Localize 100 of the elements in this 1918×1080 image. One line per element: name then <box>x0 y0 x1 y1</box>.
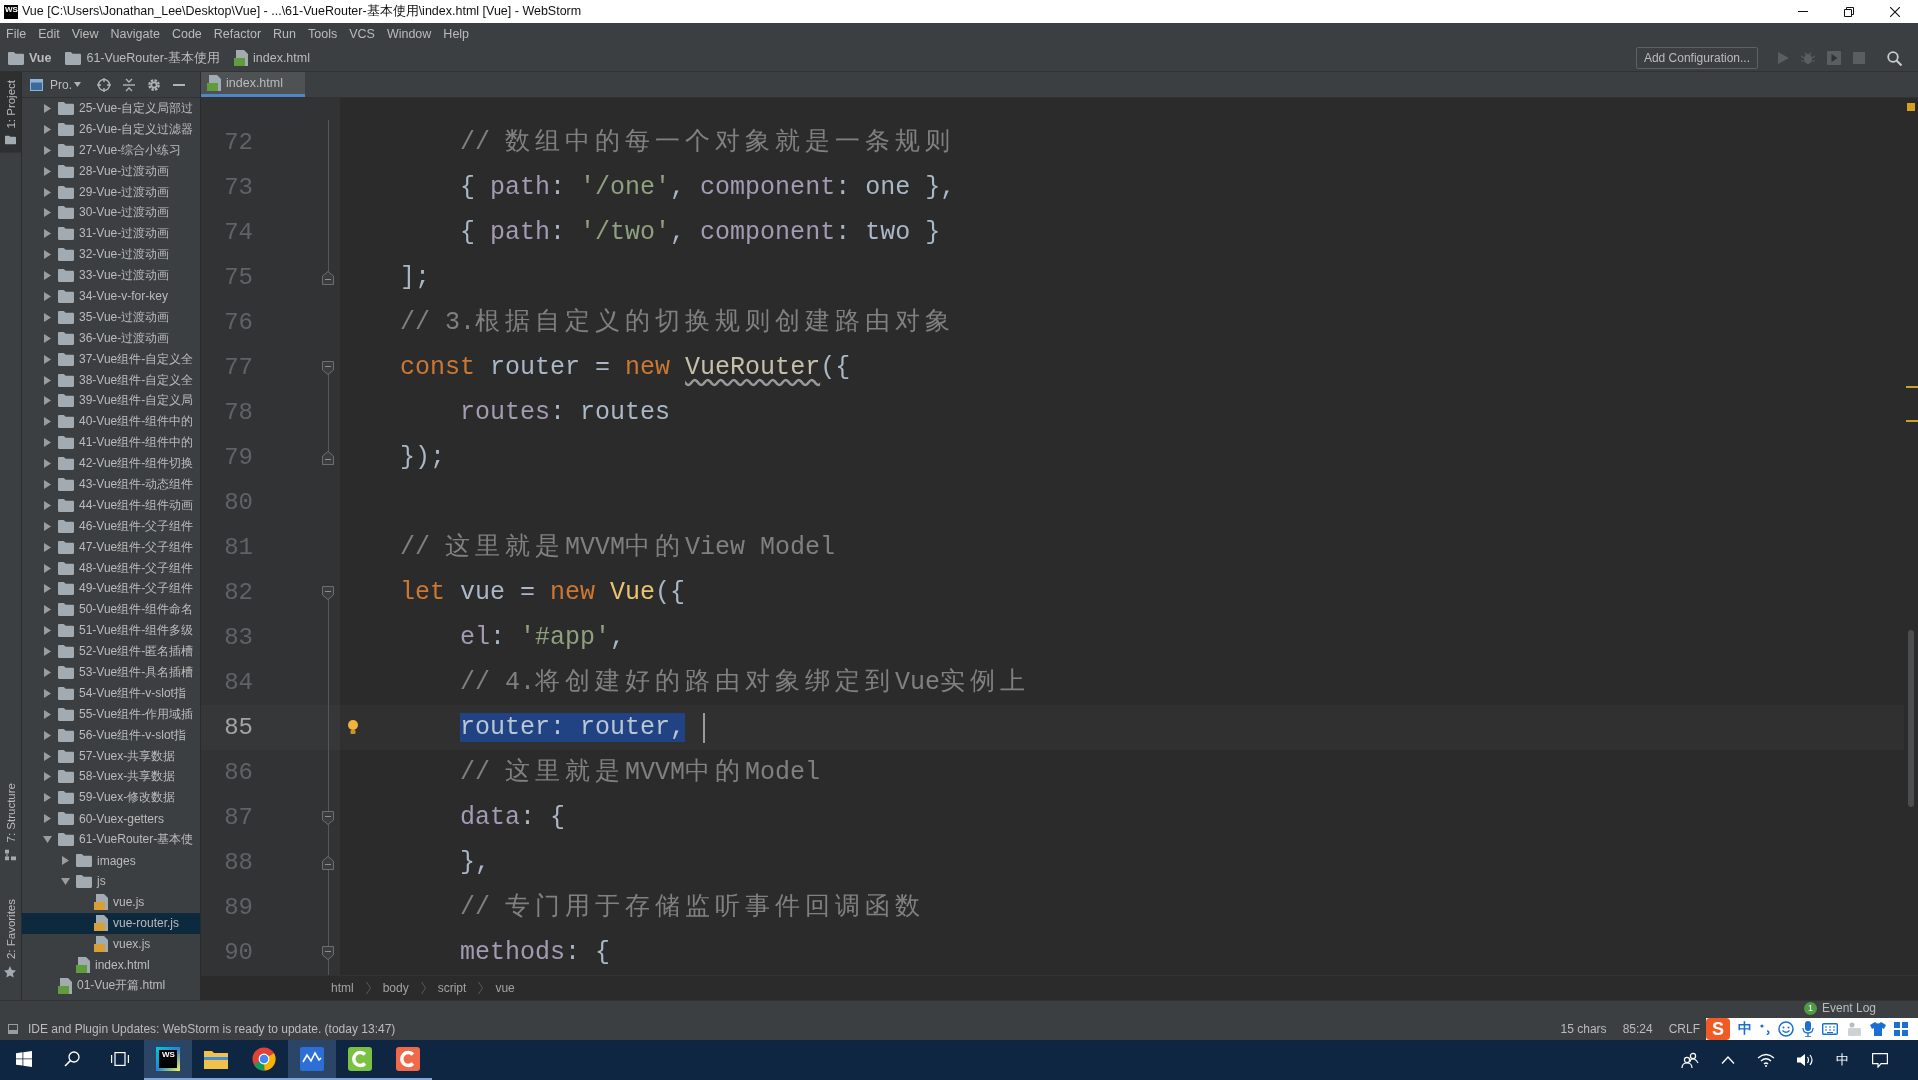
menu-item[interactable]: File <box>0 27 33 41</box>
menu-item[interactable]: Run <box>267 27 302 41</box>
breadcrumb-item[interactable]: Vue <box>8 51 52 65</box>
expand-arrow-icon[interactable] <box>44 271 51 281</box>
line-separator[interactable]: CRLF <box>1668 1022 1700 1036</box>
tree-item[interactable]: 38-Vue组件-自定义全 <box>22 369 200 391</box>
tree-item[interactable]: 43-Vue组件-动态组件 <box>22 474 200 495</box>
tree-item[interactable]: 33-Vue-过渡动画 <box>22 265 200 286</box>
expand-arrow-icon[interactable] <box>62 856 69 865</box>
tree-item[interactable]: 60-Vuex-getters <box>22 808 200 830</box>
tree-item[interactable]: 39-Vue组件-自定义局 <box>22 390 200 412</box>
expand-arrow-icon[interactable] <box>44 521 51 531</box>
fold-icon[interactable] <box>322 360 334 375</box>
expand-arrow-icon[interactable] <box>44 647 51 657</box>
expand-arrow-icon[interactable] <box>44 479 51 489</box>
tree-item[interactable]: 59-Vuex-修改数据 <box>22 787 200 809</box>
search-icon[interactable] <box>1887 50 1902 66</box>
tree-item[interactable]: 44-Vue组件-组件动画 <box>22 494 200 516</box>
expand-arrow-icon[interactable] <box>44 103 51 113</box>
expand-arrow-icon[interactable] <box>44 208 51 218</box>
breadcrumb-item[interactable]: vue <box>495 981 515 995</box>
tree-item[interactable]: 37-Vue组件-自定义全 <box>22 348 200 370</box>
tree-item[interactable]: 55-Vue组件-作用域插 <box>22 703 200 725</box>
expand-arrow-icon[interactable] <box>44 375 51 385</box>
breadcrumb-item[interactable]: 61-VueRouter-基本使用 <box>65 49 220 67</box>
editor-tab[interactable]: index.html <box>201 72 305 97</box>
tree-item[interactable]: js <box>22 870 200 892</box>
expand-arrow-icon[interactable] <box>44 417 51 427</box>
expand-arrow-icon[interactable] <box>44 668 51 677</box>
fold-icon[interactable] <box>322 855 334 870</box>
tree-item[interactable]: 52-Vue组件-匿名插槽 <box>22 641 200 663</box>
collapse-arrow-icon[interactable] <box>43 836 52 844</box>
tree-item[interactable]: 56-Vue组件-v-slot指 <box>22 724 200 746</box>
tree-item[interactable]: 51-Vue组件-组件多级 <box>22 620 200 642</box>
microphone-icon[interactable] <box>1802 1021 1814 1037</box>
expand-arrow-icon[interactable] <box>44 542 51 552</box>
tree-item[interactable]: 61-VueRouter-基本使 <box>22 829 200 851</box>
taskbar-button[interactable] <box>288 1040 336 1080</box>
lightbulb-icon[interactable] <box>347 720 359 734</box>
tree-item[interactable]: 57-Vuex-共享数据 <box>22 745 200 767</box>
tree-item[interactable]: 58-Vuex-共享数据 <box>22 766 200 788</box>
collapse-icon[interactable] <box>123 77 135 92</box>
fold-icon[interactable] <box>322 585 334 600</box>
scrollbar-thumb[interactable] <box>1908 630 1914 807</box>
breadcrumb-item[interactable]: index.html <box>234 50 310 66</box>
tree-item[interactable]: 48-Vue组件-父子组件 <box>22 557 200 579</box>
expand-arrow-icon[interactable] <box>44 291 51 301</box>
tree-item[interactable]: vue.js <box>22 891 200 913</box>
run-configuration-button[interactable]: Add Configuration... <box>1635 47 1758 69</box>
grid-icon[interactable] <box>1894 1022 1908 1036</box>
tool-window-button[interactable]: 2: Favorites <box>0 890 21 986</box>
tree-item[interactable]: 01-Vue开篇.html <box>22 975 200 997</box>
expand-arrow-icon[interactable] <box>44 312 51 322</box>
expand-arrow-icon[interactable] <box>44 354 51 364</box>
smiley-icon[interactable] <box>1778 1021 1794 1037</box>
tree-item[interactable]: 26-Vue-自定义过滤器 <box>22 118 200 140</box>
marker-icon[interactable] <box>1906 420 1918 422</box>
people-icon[interactable] <box>1681 1052 1699 1068</box>
expand-arrow-icon[interactable] <box>44 396 51 406</box>
tool-window-button[interactable]: 1: Project <box>0 72 21 153</box>
tree-item[interactable]: 35-Vue-过渡动画 <box>22 306 200 328</box>
expand-arrow-icon[interactable] <box>44 229 51 239</box>
tree-item[interactable]: 53-Vue组件-具名插槽 <box>22 662 200 683</box>
minimize-icon[interactable] <box>173 83 185 86</box>
breadcrumb-item[interactable]: body <box>382 981 409 995</box>
input-indicator[interactable]: 中 <box>1836 1051 1849 1069</box>
tree-item[interactable]: vue-router.js <box>22 912 200 934</box>
input-mode-toggle[interactable]: 中 <box>1738 1020 1752 1038</box>
view-dropdown[interactable]: Pro. <box>43 77 81 92</box>
tree-item[interactable]: 29-Vue-过渡动画 <box>22 181 200 203</box>
fold-icon[interactable] <box>322 945 334 960</box>
menu-item[interactable]: Tools <box>302 27 344 41</box>
expand-arrow-icon[interactable] <box>44 459 51 469</box>
expand-arrow-icon[interactable] <box>44 500 51 510</box>
tree-item[interactable]: 54-Vue组件-v-slot指 <box>22 682 200 704</box>
expand-arrow-icon[interactable] <box>44 250 51 260</box>
tree-item[interactable]: 31-Vue-过渡动画 <box>22 223 200 245</box>
expand-arrow-icon[interactable] <box>44 626 51 636</box>
expand-arrow-icon[interactable] <box>44 730 51 740</box>
fold-icon[interactable] <box>322 270 334 285</box>
menu-item[interactable]: Code <box>165 27 208 41</box>
network-icon[interactable] <box>1757 1053 1775 1067</box>
tree-item[interactable]: 47-Vue组件-父子组件 <box>22 536 200 558</box>
expand-arrow-icon[interactable] <box>44 814 51 824</box>
tree-item[interactable]: 36-Vue-过渡动画 <box>22 327 200 349</box>
settings-icon[interactable] <box>147 77 161 92</box>
breadcrumb-item[interactable]: html <box>331 981 354 995</box>
expand-arrow-icon[interactable] <box>44 584 51 594</box>
expand-arrow-icon[interactable] <box>44 772 51 782</box>
menu-item[interactable]: VCS <box>343 27 381 41</box>
expand-arrow-icon[interactable] <box>44 688 51 698</box>
expand-arrow-icon[interactable] <box>44 333 51 343</box>
expand-arrow-icon[interactable] <box>44 438 51 448</box>
square-play-icon[interactable] <box>1827 51 1841 65</box>
tree-item[interactable]: 41-Vue组件-组件中的 <box>22 432 200 454</box>
expand-arrow-icon[interactable] <box>44 187 51 197</box>
menu-item[interactable]: Refactor <box>207 27 268 41</box>
expand-arrow-icon[interactable] <box>44 145 51 155</box>
shirt-icon[interactable] <box>1870 1022 1886 1036</box>
tree-item[interactable]: 34-Vue-v-for-key <box>22 286 200 307</box>
